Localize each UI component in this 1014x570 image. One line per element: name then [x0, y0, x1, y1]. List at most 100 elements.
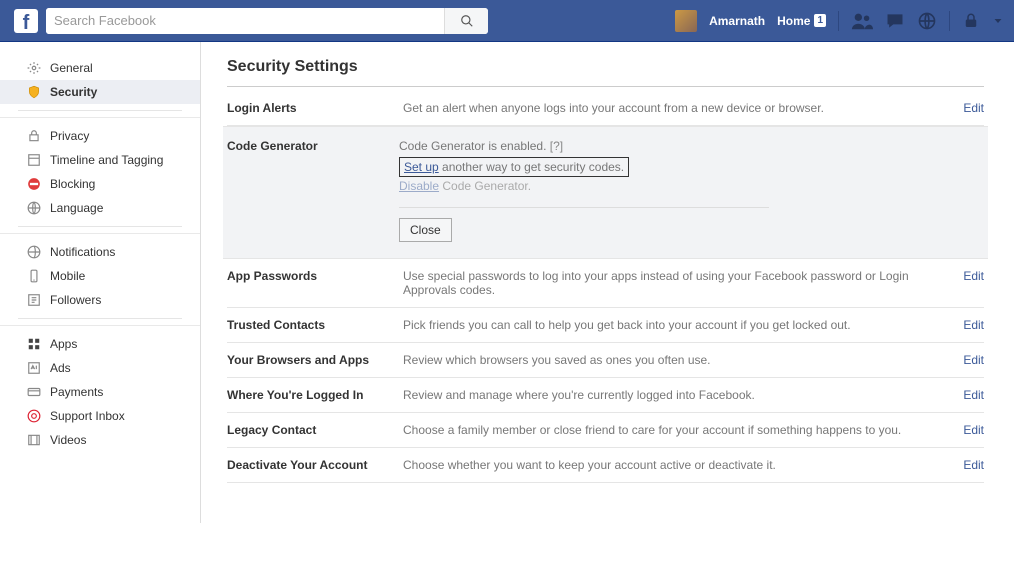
sidebar-item-notifications[interactable]: Notifications — [0, 240, 200, 264]
sidebar-item-ads[interactable]: Ads — [0, 356, 200, 380]
globe-icon — [26, 244, 42, 260]
sidebar-item-language[interactable]: Language — [0, 196, 200, 220]
sidebar-item-label: Videos — [50, 433, 86, 447]
section-desc: Choose a family member or close friend t… — [403, 423, 953, 437]
sidebar-item-label: Apps — [50, 337, 77, 351]
sidebar-item-label: Mobile — [50, 269, 85, 283]
section-where-logged-in[interactable]: Where You're Logged In Review and manage… — [227, 378, 984, 413]
disable-link[interactable]: Disable — [399, 179, 439, 193]
section-label: Code Generator — [223, 139, 399, 153]
sidebar-item-blocking[interactable]: Blocking — [0, 172, 200, 196]
sidebar-item-timeline[interactable]: Timeline and Tagging — [0, 148, 200, 172]
account-menu-icon[interactable] — [992, 15, 1004, 27]
setup-link[interactable]: Set up — [404, 160, 439, 174]
sidebar-item-mobile[interactable]: Mobile — [0, 264, 200, 288]
section-deactivate[interactable]: Deactivate Your Account Choose whether y… — [227, 448, 984, 483]
gear-icon — [26, 60, 42, 76]
sidebar-item-label: Language — [50, 201, 103, 215]
section-label: Legacy Contact — [227, 423, 403, 437]
friend-requests-icon[interactable] — [851, 10, 873, 32]
sidebar-item-label: Privacy — [50, 129, 89, 143]
search-wrap — [46, 8, 488, 34]
sidebar-item-label: Followers — [50, 293, 101, 307]
section-login-alerts[interactable]: Login Alerts Get an alert when anyone lo… — [227, 91, 984, 126]
setup-rest: another way to get security codes. — [439, 160, 624, 174]
topbar-right: Amarnath Home 1 — [675, 10, 1004, 32]
section-legacy-contact[interactable]: Legacy Contact Choose a family member or… — [227, 413, 984, 448]
globe-icon — [26, 200, 42, 216]
section-desc: Review and manage where you're currently… — [403, 388, 953, 402]
search-input[interactable] — [46, 8, 444, 34]
home-link[interactable]: Home 1 — [777, 14, 826, 28]
apps-icon — [26, 336, 42, 352]
avatar[interactable] — [675, 10, 697, 32]
sidebar-item-videos[interactable]: Videos — [0, 428, 200, 452]
followers-icon — [26, 292, 42, 308]
ads-icon — [26, 360, 42, 376]
code-generator-status: Code Generator is enabled. — [399, 139, 546, 153]
notifications-icon[interactable] — [917, 11, 937, 31]
sidebar-item-label: General — [50, 61, 93, 75]
close-button[interactable]: Close — [399, 218, 452, 242]
profile-link[interactable]: Amarnath — [709, 14, 765, 28]
disable-rest: Code Generator. — [439, 179, 531, 193]
block-icon — [26, 176, 42, 192]
sidebar-item-general[interactable]: General — [0, 56, 200, 80]
search-button[interactable] — [444, 8, 488, 34]
edit-link[interactable]: Edit — [953, 318, 984, 332]
life-ring-icon — [26, 408, 42, 424]
sidebar-item-label: Payments — [50, 385, 103, 399]
sidebar-item-label: Ads — [50, 361, 71, 375]
section-browsers-apps[interactable]: Your Browsers and Apps Review which brow… — [227, 343, 984, 378]
facebook-logo[interactable]: f — [14, 9, 38, 33]
section-label: Login Alerts — [227, 101, 403, 115]
sidebar-item-label: Blocking — [50, 177, 95, 191]
card-icon — [26, 384, 42, 400]
setup-highlight: Set up another way to get security codes… — [399, 157, 629, 177]
sidebar-item-support[interactable]: Support Inbox — [0, 404, 200, 428]
messages-icon[interactable] — [885, 11, 905, 31]
section-desc: Use special passwords to log into your a… — [403, 269, 953, 297]
timeline-icon — [26, 152, 42, 168]
edit-link[interactable]: Edit — [953, 388, 984, 402]
section-label: Where You're Logged In — [227, 388, 403, 402]
sidebar-item-apps[interactable]: Apps — [0, 332, 200, 356]
sidebar-item-privacy[interactable]: Privacy — [0, 124, 200, 148]
section-label: Your Browsers and Apps — [227, 353, 403, 367]
section-app-passwords[interactable]: App Passwords Use special passwords to l… — [227, 259, 984, 308]
topbar: f Amarnath Home 1 — [0, 0, 1014, 42]
section-desc: Review which browsers you saved as ones … — [403, 353, 953, 367]
section-label: App Passwords — [227, 269, 403, 283]
section-trusted-contacts[interactable]: Trusted Contacts Pick friends you can ca… — [227, 308, 984, 343]
section-label: Trusted Contacts — [227, 318, 403, 332]
sidebar-item-security[interactable]: Security — [0, 80, 200, 104]
section-desc: Get an alert when anyone logs into your … — [403, 101, 953, 115]
edit-link[interactable]: Edit — [953, 423, 984, 437]
sidebar-item-label: Security — [50, 85, 97, 99]
help-link[interactable]: [?] — [550, 139, 563, 153]
sidebar-item-followers[interactable]: Followers — [0, 288, 200, 312]
mobile-icon — [26, 268, 42, 284]
edit-link[interactable]: Edit — [953, 101, 984, 115]
section-desc: Pick friends you can call to help you ge… — [403, 318, 953, 332]
edit-link[interactable]: Edit — [953, 269, 984, 283]
search-icon — [460, 14, 474, 28]
page-title: Security Settings — [227, 58, 984, 87]
sidebar-item-label: Support Inbox — [50, 409, 125, 423]
section-code-generator: Code Generator Code Generator is enabled… — [223, 126, 988, 259]
edit-link[interactable]: Edit — [953, 353, 984, 367]
edit-link[interactable]: Edit — [953, 458, 984, 472]
lock-icon — [26, 128, 42, 144]
section-desc: Choose whether you want to keep your acc… — [403, 458, 953, 472]
main-content: Security Settings Login Alerts Get an al… — [200, 42, 1014, 523]
film-icon — [26, 432, 42, 448]
section-label: Deactivate Your Account — [227, 458, 403, 472]
home-badge: 1 — [814, 14, 826, 27]
home-label: Home — [777, 14, 810, 28]
privacy-shortcut-icon[interactable] — [962, 12, 980, 30]
settings-sidebar: General Security Privacy Timeline and Ta… — [0, 42, 200, 523]
sidebar-item-payments[interactable]: Payments — [0, 380, 200, 404]
sidebar-item-label: Timeline and Tagging — [50, 153, 163, 167]
sidebar-item-label: Notifications — [50, 245, 115, 259]
shield-icon — [26, 84, 42, 100]
